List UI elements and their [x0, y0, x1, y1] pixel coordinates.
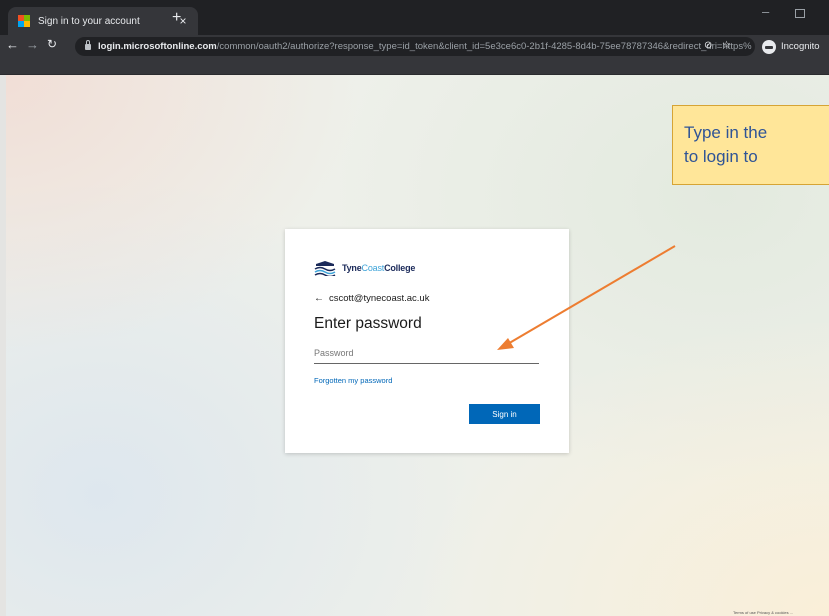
- annotation-callout: Type in the to login to: [672, 105, 829, 185]
- callout-line-1: Type in the: [684, 123, 768, 142]
- callout-line-2: to login to: [684, 147, 758, 166]
- annotation-arrow: [497, 245, 676, 350]
